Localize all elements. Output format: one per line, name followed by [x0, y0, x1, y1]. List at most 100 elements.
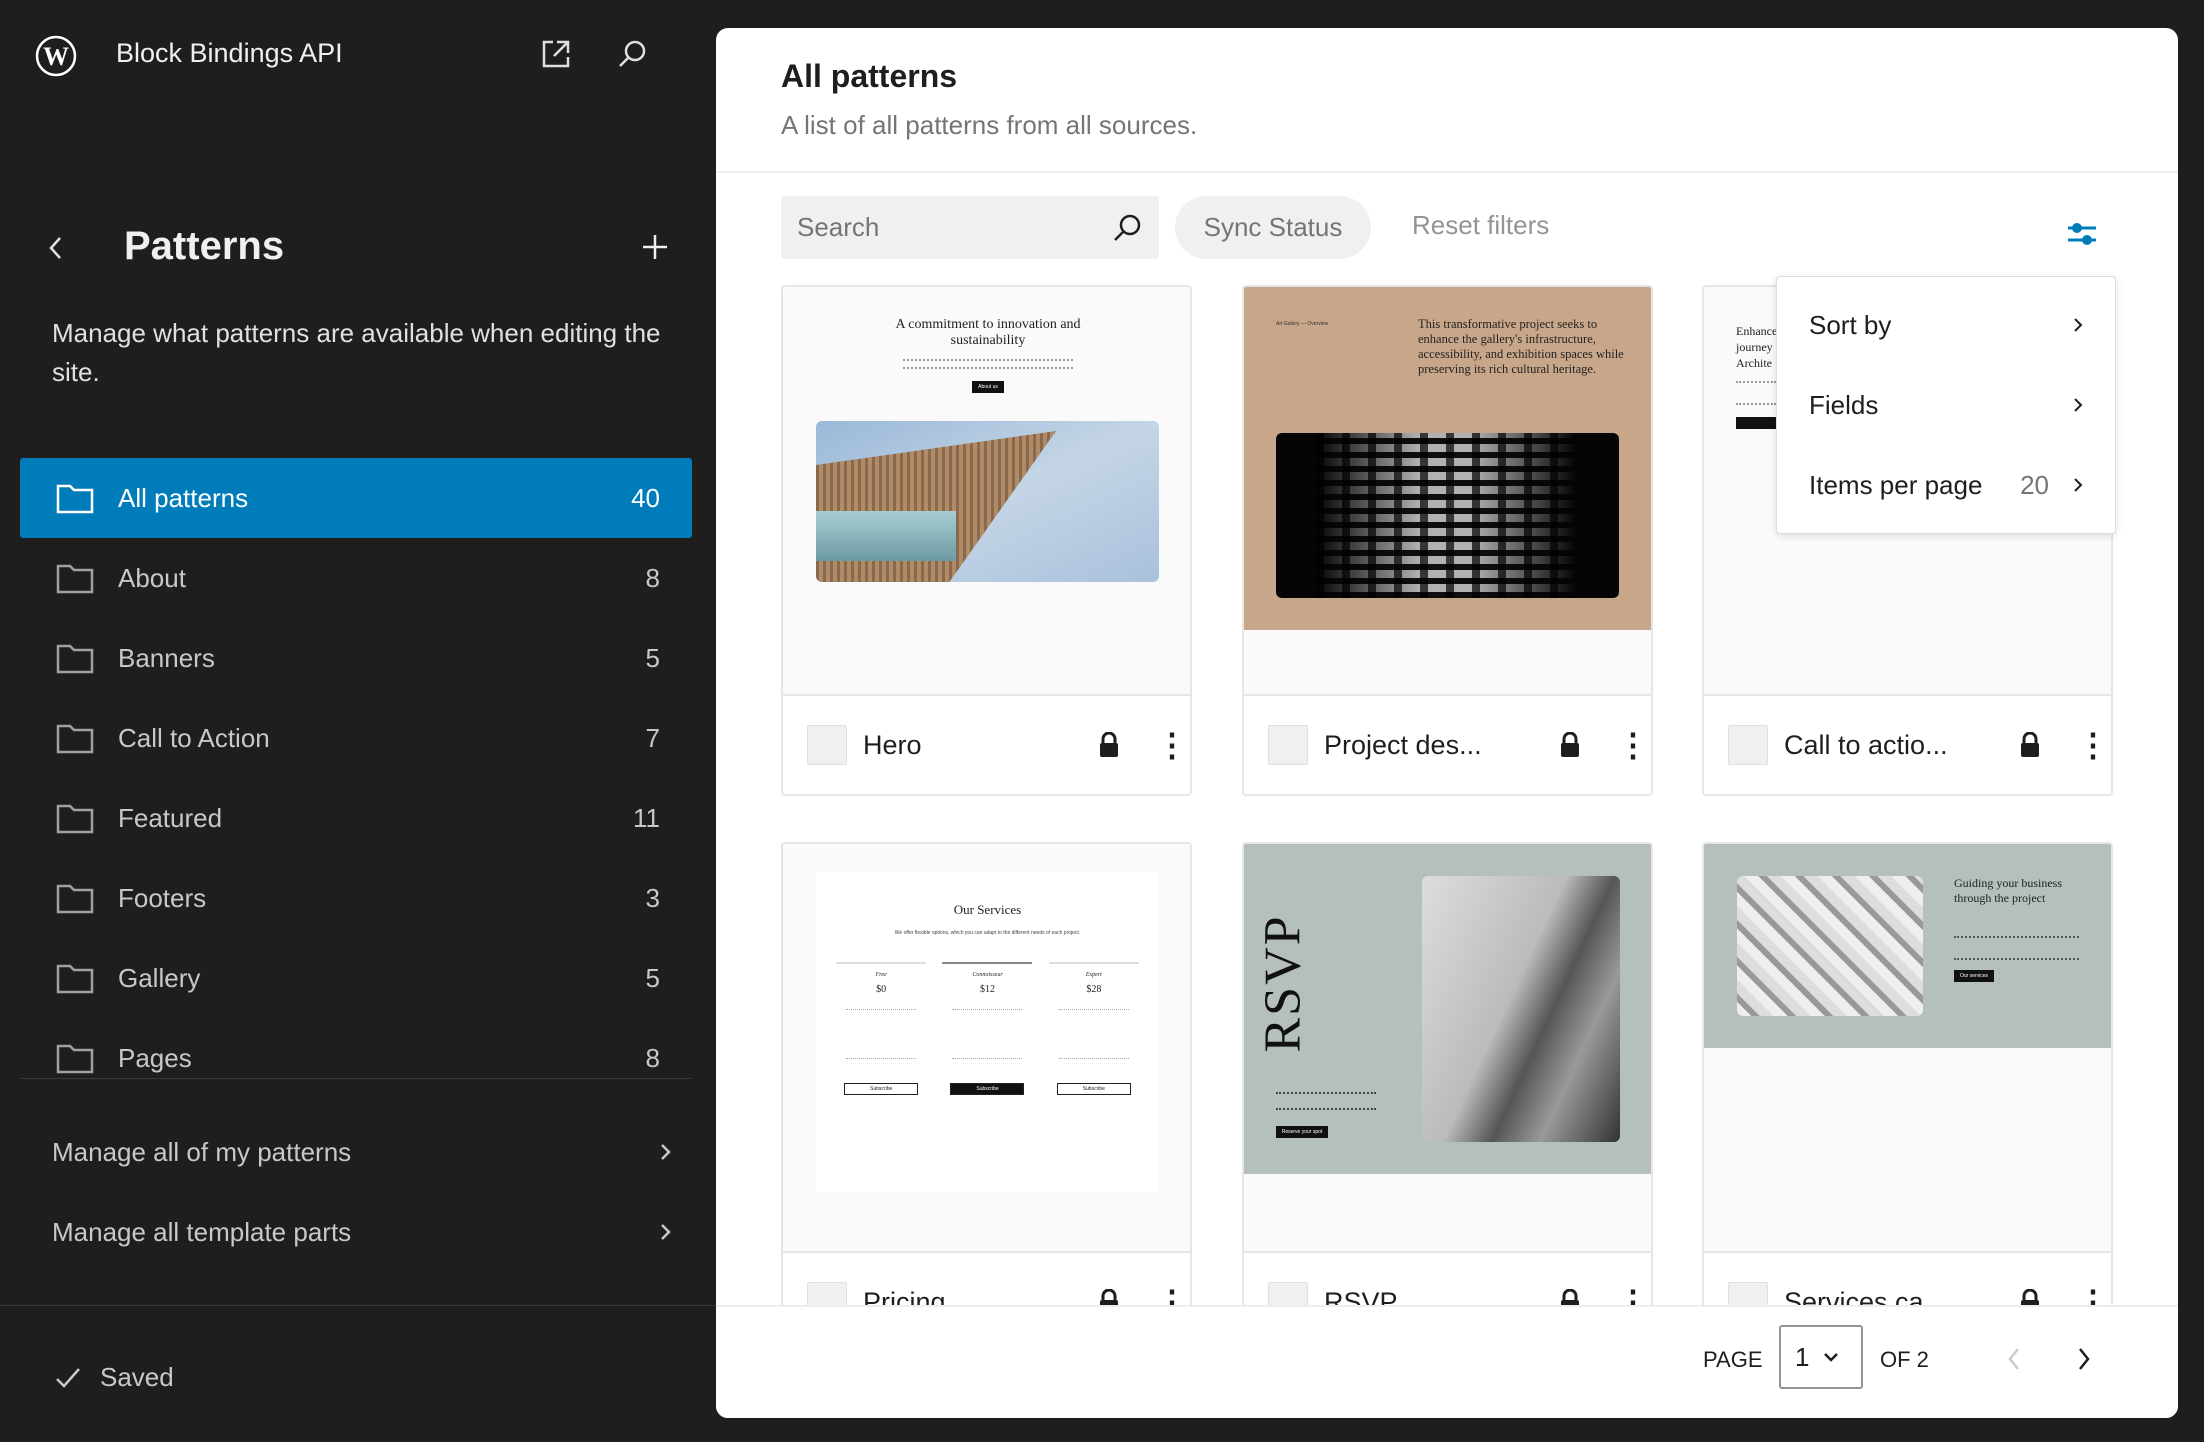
chevron-down-icon	[1824, 1353, 1839, 1362]
sidebar-item-footers[interactable]: Footers 3	[20, 858, 692, 938]
pricing-tier: Free $0 Subscribe	[836, 962, 927, 1095]
back-chevron-icon[interactable]	[40, 232, 72, 264]
select-checkbox[interactable]	[1728, 725, 1768, 765]
menu-item-value: 20	[2020, 469, 2049, 500]
main-panel: All patterns A list of all patterns from…	[716, 28, 2178, 1418]
sidebar-item-count: 3	[645, 882, 660, 913]
pattern-preview[interactable]: A commitment to innovation and sustainab…	[783, 287, 1190, 694]
folder-icon	[56, 724, 94, 754]
reset-filters-button[interactable]: Reset filters	[1412, 210, 1549, 241]
card-title[interactable]: Call to actio...	[1784, 730, 2009, 761]
sidebar-item-call-to-action[interactable]: Call to Action 7	[20, 698, 692, 778]
select-checkbox[interactable]	[807, 725, 847, 765]
external-link-icon[interactable]	[538, 36, 574, 72]
add-pattern-button[interactable]	[638, 230, 672, 264]
lock-icon	[2019, 731, 2041, 758]
sidebar-item-label: All patterns	[118, 482, 249, 513]
folder-icon	[56, 804, 94, 834]
preview-text-lines	[1954, 936, 2079, 960]
sidebar-description: Manage what patterns are available when …	[52, 318, 661, 387]
search-input[interactable]: Search	[781, 196, 1159, 259]
view-options-menu: Sort by Fields Items per page 20	[1776, 276, 2116, 534]
chevron-right-icon	[661, 1224, 671, 1240]
page-label: PAGE	[1703, 1347, 1763, 1372]
lock-icon	[1098, 731, 1120, 758]
preview-image	[1422, 876, 1620, 1142]
sidebar-item-count: 7	[645, 722, 660, 753]
check-icon	[56, 1367, 80, 1388]
folder-icon	[56, 884, 94, 914]
pattern-card-pricing[interactable]: Our Services We offer flexible options, …	[781, 842, 1192, 1353]
divider	[716, 171, 2178, 173]
card-title[interactable]: Project des...	[1324, 730, 1549, 761]
select-checkbox[interactable]	[1268, 725, 1308, 765]
pattern-card-rsvp[interactable]: RSVP Reserve your spot RSVP ⋮	[1242, 842, 1653, 1353]
category-nav: All patterns 40 About 8 Banners 5 Call to Acti…	[20, 458, 692, 1098]
pattern-preview[interactable]: Art Gallery — Overview This transformati…	[1244, 287, 1651, 694]
sidebar-item-count: 11	[633, 802, 660, 833]
menu-item-items-per-page[interactable]: Items per page 20	[1777, 445, 2115, 525]
page-title: All patterns	[781, 58, 958, 94]
sidebar-item-count: 5	[645, 642, 660, 673]
view-options-icon[interactable]	[2062, 214, 2102, 254]
preview-content: Our Services We offer flexible options, …	[816, 872, 1159, 1192]
chevron-right-icon	[2074, 398, 2083, 412]
sidebar-item-featured[interactable]: Featured 11	[20, 778, 692, 858]
sidebar-item-label: Featured	[118, 802, 223, 833]
manage-patterns-link[interactable]: Manage all of my patterns	[52, 1122, 672, 1182]
preview-button: About us	[972, 381, 1004, 393]
previous-page-button[interactable]	[1996, 1341, 2032, 1377]
subscribe-button: Subscribe	[950, 1083, 1025, 1095]
preview-heading: Guiding your business through the projec…	[1954, 876, 2062, 905]
pattern-card-hero[interactable]: A commitment to innovation and sustainab…	[781, 285, 1192, 796]
preview-button: Our services	[1954, 970, 1994, 982]
subscribe-button: Subscribe	[1056, 1083, 1131, 1095]
sync-status-filter[interactable]: Sync Status	[1175, 196, 1371, 259]
card-title[interactable]: Hero	[863, 730, 1088, 761]
page-select[interactable]: 1	[1779, 1325, 1863, 1389]
chevron-right-icon	[661, 1144, 671, 1160]
pattern-preview[interactable]: Our Services We offer flexible options, …	[783, 844, 1190, 1251]
pattern-card-project-description[interactable]: Art Gallery — Overview This transformati…	[1242, 285, 1653, 796]
preview-subtext: We offer flexible options, which you can…	[894, 930, 1081, 936]
more-actions-icon[interactable]: ⋮	[1156, 729, 1188, 761]
pattern-card-services[interactable]: Guiding your business through the projec…	[1702, 842, 2113, 1353]
tier-price: $12	[979, 984, 995, 995]
sidebar-item-count: 8	[645, 562, 660, 593]
current-page: 1	[1795, 1341, 1810, 1372]
pattern-preview[interactable]: RSVP Reserve your spot	[1244, 844, 1651, 1251]
menu-item-sort-by[interactable]: Sort by	[1777, 285, 2115, 365]
folder-icon	[56, 644, 94, 674]
wordpress-logo-icon[interactable]: W	[34, 34, 78, 78]
sidebar-item-label: Call to Action	[118, 722, 270, 753]
folder-icon	[56, 564, 94, 594]
more-actions-icon[interactable]: ⋮	[1617, 729, 1649, 761]
manage-template-parts-link[interactable]: Manage all template parts	[52, 1202, 672, 1262]
folder-icon	[56, 964, 94, 994]
sidebar-item-banners[interactable]: Banners 5	[20, 618, 692, 698]
preview-kicker: Art Gallery — Overview	[1276, 321, 1329, 327]
preview-heading: RSVP	[1254, 914, 1312, 1053]
tier-price: $0	[876, 984, 887, 995]
search-icon[interactable]	[614, 36, 650, 72]
sidebar-item-label: Gallery	[118, 962, 201, 993]
sidebar-item-pages[interactable]: Pages 8	[20, 1018, 692, 1098]
preview-button: Reserve your spot	[1276, 1126, 1328, 1138]
menu-item-fields[interactable]: Fields	[1777, 365, 2115, 445]
pricing-tiers: Free $0 Subscribe Connoisseur $12 Subscribe Ex…	[816, 962, 1159, 1095]
menu-item-label: Sort by	[1809, 309, 1892, 340]
sidebar-item-about[interactable]: About 8	[20, 538, 692, 618]
card-footer: Call to actio... ⋮	[1704, 694, 2111, 794]
sidebar-item-gallery[interactable]: Gallery 5	[20, 938, 692, 1018]
pricing-tier: Connoisseur $12 Subscribe	[942, 962, 1033, 1095]
more-actions-icon[interactable]: ⋮	[2077, 729, 2109, 761]
subscribe-button: Subscribe	[844, 1083, 919, 1095]
save-status: Saved	[54, 1362, 174, 1393]
tier-name: Expert	[1085, 972, 1102, 978]
sidebar-item-all-patterns[interactable]: All patterns 40	[20, 458, 692, 538]
tier-name: Connoisseur	[972, 972, 1003, 978]
next-page-button[interactable]	[2066, 1341, 2102, 1377]
sidebar-item-count: 8	[645, 1042, 660, 1073]
manage-patterns-label: Manage all of my patterns	[52, 1136, 352, 1167]
pattern-preview[interactable]: Guiding your business through the projec…	[1704, 844, 2111, 1251]
